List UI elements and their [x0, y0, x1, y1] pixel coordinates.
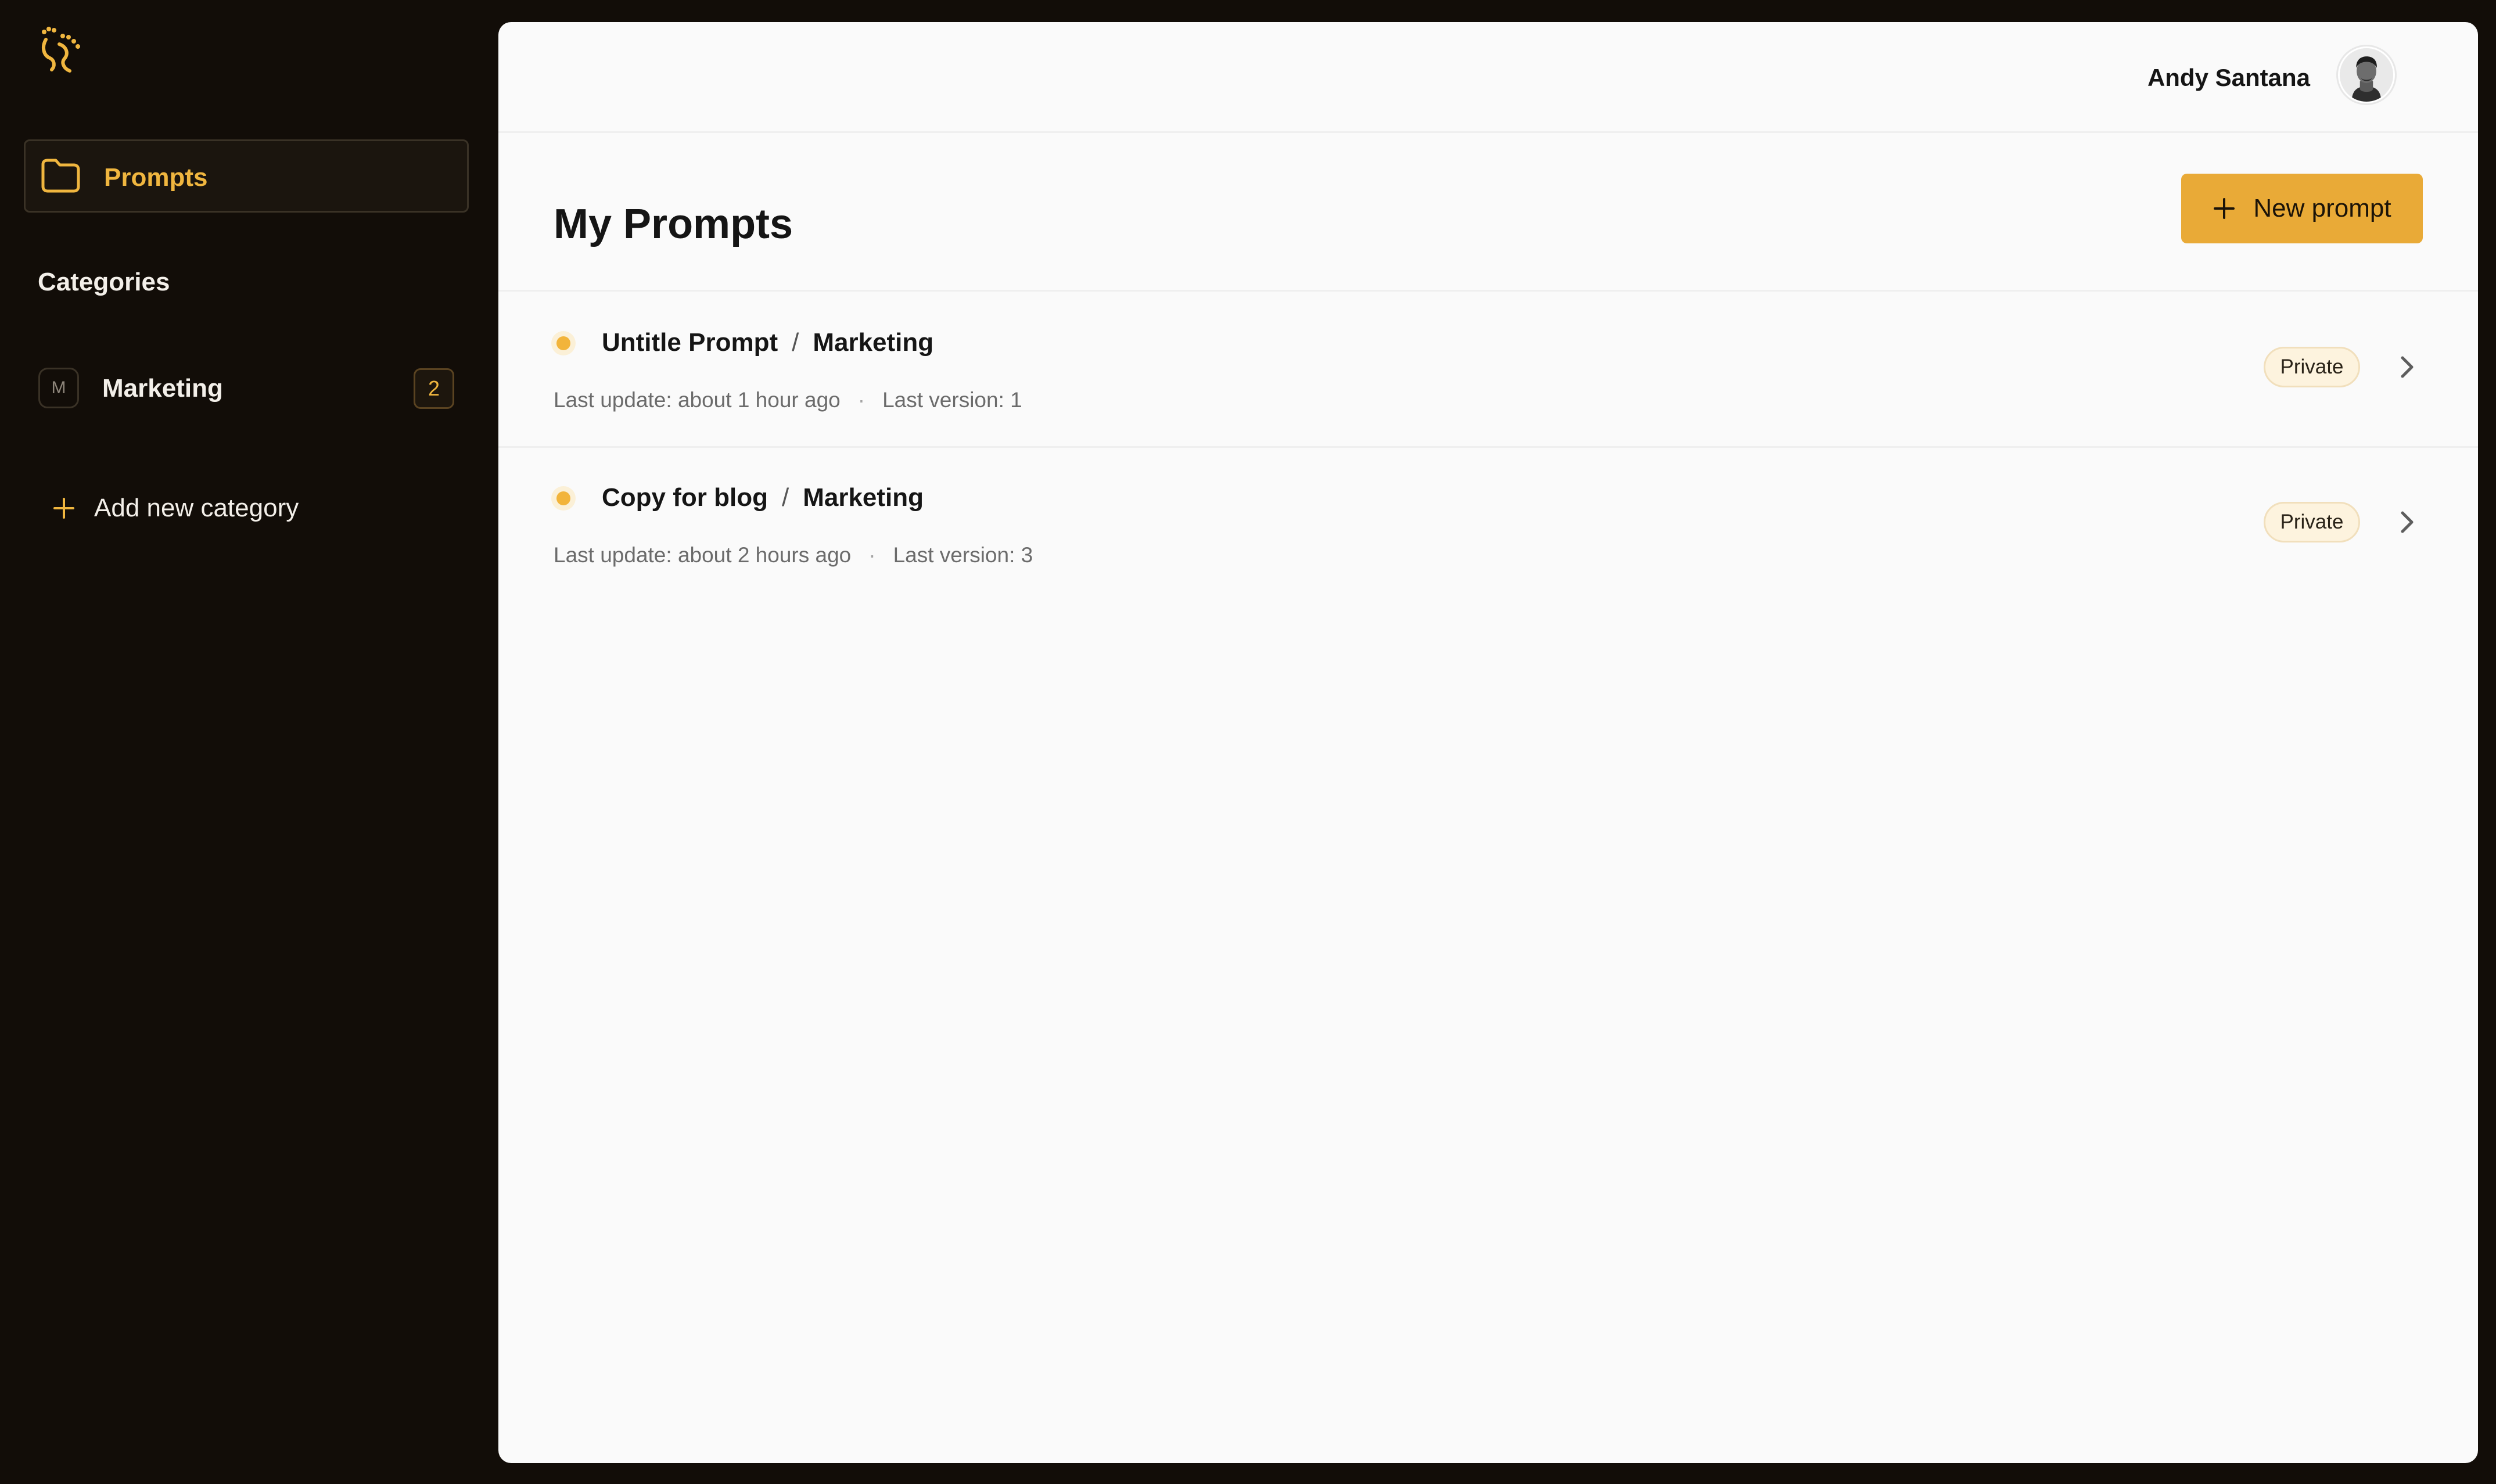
folder-icon — [41, 159, 80, 193]
top-bar: Andy Santana — [498, 22, 2478, 133]
plus-icon — [2214, 198, 2235, 219]
new-prompt-label: New prompt — [2253, 194, 2391, 222]
page-header: My Prompts New prompt — [498, 133, 2478, 292]
user-name[interactable]: Andy Santana — [2147, 63, 2310, 93]
page-title: My Prompts — [554, 201, 793, 248]
separator: / — [792, 328, 799, 357]
prompt-title: Untitle Prompt / Marketing — [602, 326, 933, 359]
user-photo-icon — [2340, 48, 2393, 102]
list-item[interactable]: Copy for blog / Marketing Last update: abo… — [498, 447, 2478, 601]
last-update: Last update: about 2 hours ago — [554, 543, 852, 567]
category-count-badge: 2 — [414, 368, 454, 409]
categories-heading: Categories — [38, 268, 170, 296]
meta-separator: · — [857, 388, 865, 412]
last-update: Last update: about 1 hour ago — [554, 388, 841, 412]
prompt-meta: Last update: about 1 hour ago · Last versi… — [554, 386, 1022, 414]
status-badge: Private — [2264, 347, 2360, 387]
prompt-name: Untitle Prompt — [602, 328, 778, 357]
prompt-category: Marketing — [813, 328, 934, 357]
sidebar-item-prompts[interactable]: Prompts — [24, 139, 469, 213]
status-badge: Private — [2264, 502, 2360, 542]
prompt-name: Copy for blog — [602, 483, 768, 512]
main-panel: Andy Santana My Prompts New prompt Untit… — [498, 22, 2478, 1463]
chevron-right-icon[interactable] — [2390, 351, 2423, 383]
status-dot-icon — [556, 336, 570, 350]
last-version: Last version: 1 — [882, 388, 1022, 412]
plus-icon — [53, 498, 74, 519]
category-name: Marketing — [102, 374, 223, 403]
add-category-button[interactable]: Add new category — [52, 488, 299, 529]
avatar[interactable] — [2338, 46, 2395, 103]
prompt-meta: Last update: about 2 hours ago · Last vers… — [554, 541, 1033, 569]
category-initial: M — [38, 368, 79, 408]
sidebar-item-marketing[interactable]: M Marketing 2 — [38, 366, 454, 411]
last-version: Last version: 3 — [893, 543, 1033, 567]
prompt-title: Copy for blog / Marketing — [602, 482, 924, 514]
separator: / — [781, 483, 789, 512]
chevron-right-icon[interactable] — [2390, 506, 2423, 538]
feet-logo-icon[interactable] — [38, 23, 86, 76]
sidebar-item-prompts-label: Prompts — [104, 163, 208, 192]
status-dot-icon — [556, 491, 570, 505]
add-category-label: Add new category — [94, 494, 299, 522]
prompt-category: Marketing — [803, 483, 924, 512]
sidebar: Prompts Categories M Marketing 2 Add new… — [0, 0, 498, 1484]
meta-separator: · — [868, 543, 876, 567]
list-item[interactable]: Untitle Prompt / Marketing Last update: ab… — [498, 292, 2478, 448]
new-prompt-button[interactable]: New prompt — [2181, 174, 2423, 243]
